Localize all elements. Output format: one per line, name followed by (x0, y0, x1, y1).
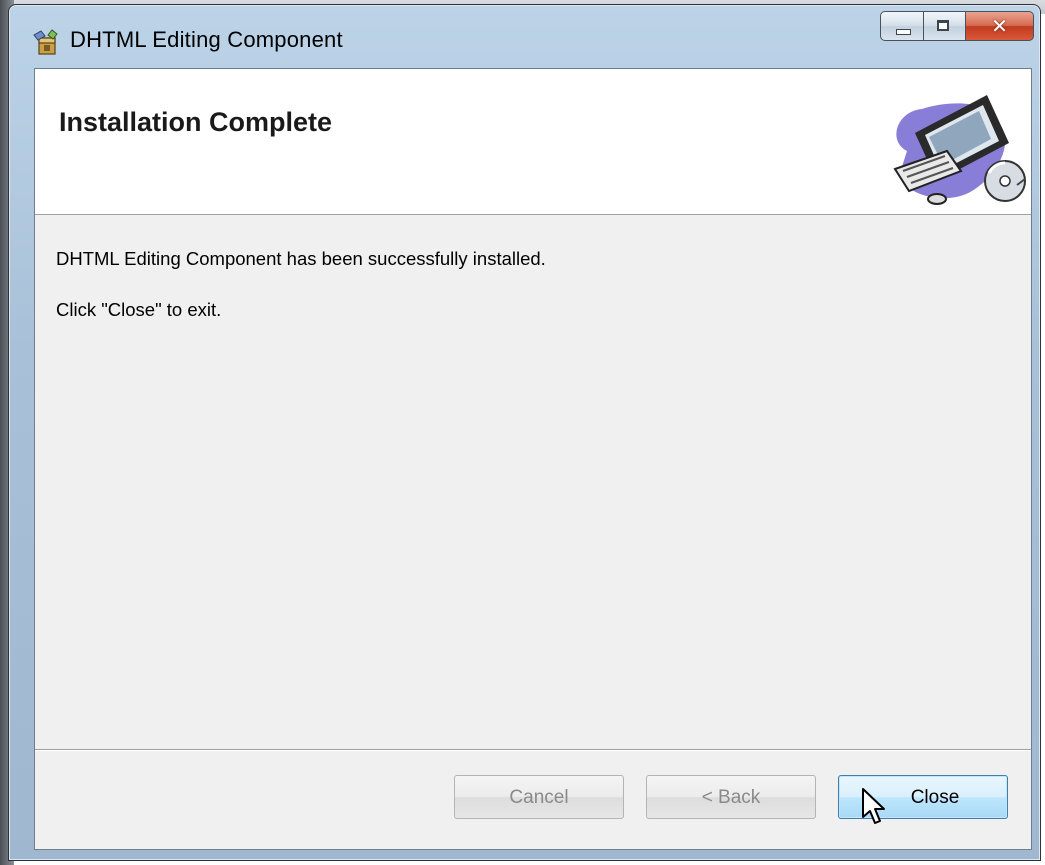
dialog-client-area: Installation Complete DHTML Editing Comp… (34, 68, 1032, 850)
header-banner: Installation Complete (35, 69, 1031, 215)
close-icon: ✕ (991, 14, 1008, 38)
back-button[interactable]: < Back (646, 775, 816, 819)
instruction-text: Click "Close" to exit. (56, 299, 222, 320)
window-title: DHTML Editing Component (70, 27, 343, 52)
footer-divider (35, 749, 1031, 751)
cancel-button[interactable]: Cancel (454, 775, 624, 819)
minimize-button[interactable] (880, 11, 924, 41)
computer-with-cd-icon (877, 81, 1027, 209)
installer-window: DHTML Editing Component ✕ Installation C… (8, 4, 1041, 861)
mouse-pointer-icon (861, 787, 887, 827)
close-button-label: Close (910, 787, 960, 808)
close-window-button[interactable]: ✕ (966, 11, 1034, 41)
success-message: DHTML Editing Component has been success… (56, 248, 546, 269)
title-bar[interactable]: DHTML Editing Component ✕ (9, 5, 1040, 63)
maximize-button[interactable] (924, 11, 966, 41)
maximize-icon (937, 20, 949, 31)
caption-buttons: ✕ (880, 11, 1034, 57)
minimize-icon (896, 29, 911, 35)
page-title: Installation Complete (59, 107, 333, 137)
installer-package-icon (31, 29, 61, 57)
